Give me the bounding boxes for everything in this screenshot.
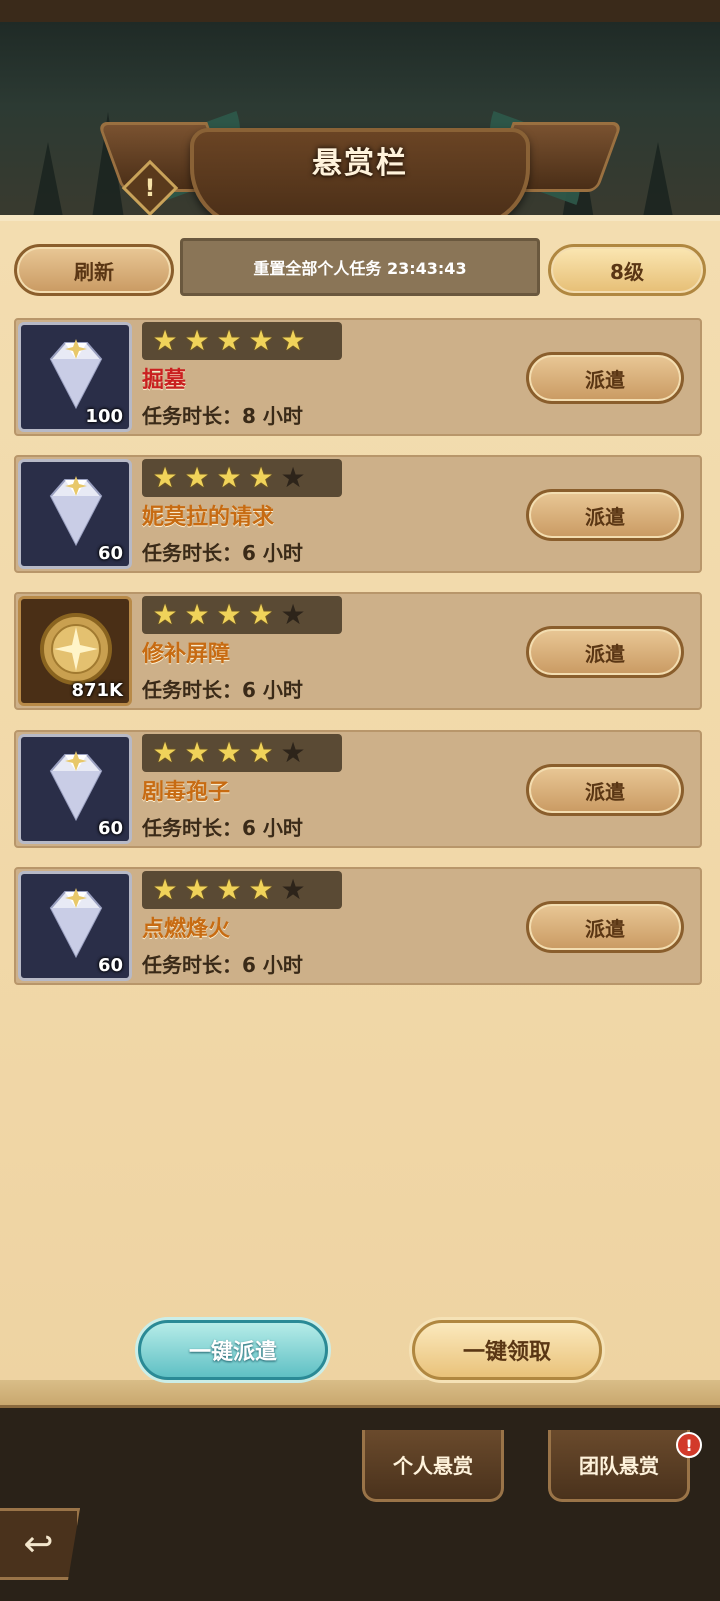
star-icon: ★: [216, 736, 242, 769]
quest-duration: 任务时长：6 小时: [142, 678, 303, 702]
refresh-button[interactable]: 刷新: [14, 244, 174, 296]
star-icon: ★: [248, 598, 274, 631]
star-icon: ★: [248, 324, 274, 357]
level-button[interactable]: 8级: [548, 244, 706, 296]
quest-name: 点燃烽火: [142, 917, 231, 942]
quest-row: 60 ★ ★ ★ ★ ★ 点燃烽火 任务时长：6 小时 派遣: [14, 867, 702, 985]
reward-count: 60: [97, 818, 123, 839]
star-icon: ★: [184, 873, 210, 906]
star-icon: ★: [152, 461, 178, 494]
quest-duration: 任务时长：8 小时: [142, 404, 303, 428]
reward-slot[interactable]: 100: [18, 322, 132, 432]
star-icon: ★: [280, 598, 306, 631]
reward-count: 60: [97, 543, 123, 564]
star-icon: ★: [152, 873, 178, 906]
star-rating: ★ ★ ★ ★ ★: [142, 322, 342, 360]
notification-badge: !: [676, 1432, 702, 1458]
dispatch-button[interactable]: 派遣: [526, 489, 684, 541]
reward-count: 60: [97, 955, 123, 976]
reward-count: 100: [85, 406, 123, 427]
star-icon: ★: [280, 873, 306, 906]
reward-slot[interactable]: 60: [18, 459, 132, 569]
reward-slot[interactable]: 871K: [18, 596, 132, 706]
star-icon: ★: [248, 461, 274, 494]
quest-row: 871K ★ ★ ★ ★ ★ 修补屏障 任务时长：6 小时 派遣: [14, 592, 702, 710]
star-icon: ★: [216, 873, 242, 906]
star-rating: ★ ★ ★ ★ ★: [142, 871, 342, 909]
star-icon: ★: [184, 736, 210, 769]
reward-count: 871K: [71, 680, 123, 701]
star-icon: ★: [184, 324, 210, 357]
quest-name: 修补屏障: [142, 642, 231, 667]
star-icon: ★: [248, 873, 274, 906]
reset-timer: 重置全部个人任务 23:43:43: [180, 238, 540, 296]
star-icon: ★: [280, 736, 306, 769]
star-icon: ★: [152, 598, 178, 631]
dispatch-button[interactable]: 派遣: [526, 764, 684, 816]
tab-personal-bounty[interactable]: 个人悬赏: [362, 1430, 504, 1502]
star-icon: ★: [184, 598, 210, 631]
dispatch-button[interactable]: 派遣: [526, 901, 684, 953]
page-title: 悬赏栏: [312, 146, 408, 181]
star-icon: ★: [216, 461, 242, 494]
star-icon: ★: [216, 324, 242, 357]
panel-bottom-edge: [0, 1380, 720, 1408]
star-icon: ★: [280, 461, 306, 494]
reward-slot[interactable]: 60: [18, 871, 132, 981]
quest-duration: 任务时长：6 小时: [142, 953, 303, 977]
quest-row: 60 ★ ★ ★ ★ ★ 妮莫拉的请求 任务时长：6 小时 派遣: [14, 455, 702, 573]
quest-duration: 任务时长：6 小时: [142, 816, 303, 840]
star-rating: ★ ★ ★ ★ ★: [142, 734, 342, 772]
quest-duration: 任务时长：6 小时: [142, 541, 303, 565]
star-icon: ★: [184, 461, 210, 494]
star-icon: ★: [152, 736, 178, 769]
reward-slot[interactable]: 60: [18, 734, 132, 844]
dispatch-button[interactable]: 派遣: [526, 626, 684, 678]
dispatch-all-button[interactable]: 一键派遣: [138, 1320, 328, 1380]
star-icon: ★: [152, 324, 178, 357]
star-icon: ★: [216, 598, 242, 631]
claim-all-button[interactable]: 一键领取: [412, 1320, 602, 1380]
dispatch-button[interactable]: 派遣: [526, 352, 684, 404]
top-strip: [0, 0, 720, 22]
tab-team-bounty[interactable]: 团队悬赏: [548, 1430, 690, 1502]
star-icon: ★: [248, 736, 274, 769]
quest-name: 剧毒孢子: [142, 780, 231, 805]
star-rating: ★ ★ ★ ★ ★: [142, 596, 342, 634]
quest-name: 妮莫拉的请求: [142, 505, 275, 530]
back-arrow-icon[interactable]: ↩: [0, 1508, 80, 1580]
quest-name: 掘墓: [142, 368, 187, 393]
quest-row: 60 ★ ★ ★ ★ ★ 剧毒孢子 任务时长：6 小时 派遣: [14, 730, 702, 848]
title-banner: 悬赏栏: [97, 108, 623, 228]
quest-row: 100 ★ ★ ★ ★ ★ 掘墓 任务时长：8 小时 派遣: [14, 318, 702, 436]
star-rating: ★ ★ ★ ★ ★: [142, 459, 342, 497]
star-icon: ★: [280, 324, 306, 357]
